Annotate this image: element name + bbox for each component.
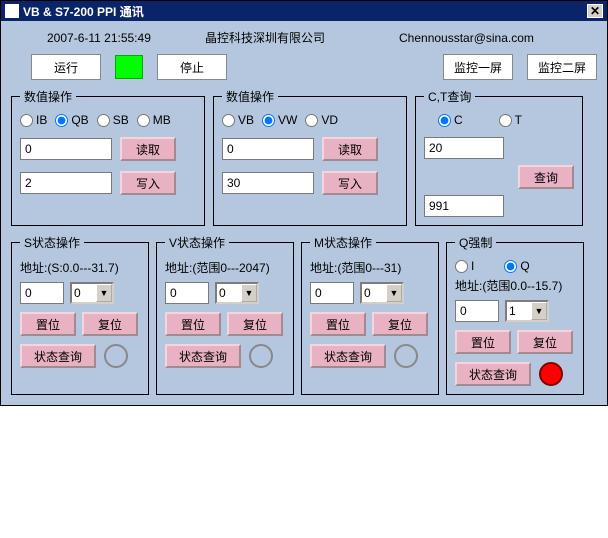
radio-q[interactable]: Q xyxy=(504,259,529,273)
radio-vb[interactable]: VB xyxy=(222,113,254,127)
s-addr-input[interactable] xyxy=(20,282,64,304)
s-count-combo[interactable]: 0▼ xyxy=(70,282,114,304)
write-button-1[interactable]: 写入 xyxy=(120,171,176,195)
close-button[interactable]: ✕ xyxy=(587,4,603,18)
chevron-down-icon: ▼ xyxy=(241,284,257,302)
ct-query-button[interactable]: 查询 xyxy=(518,165,574,189)
q-force: Q强制 I Q 地址:(范围0.0--15.7) 1▼ 置位 复位 状态查询 xyxy=(446,234,584,395)
group-legend: V状态操作 xyxy=(165,234,229,251)
radio-vd[interactable]: VD xyxy=(305,113,338,127)
radio-c[interactable]: C xyxy=(438,113,463,127)
v-query-button[interactable]: 状态查询 xyxy=(165,344,241,368)
chevron-down-icon: ▼ xyxy=(386,284,402,302)
radio-ib[interactable]: IB xyxy=(20,113,47,127)
m-addr-input[interactable] xyxy=(310,282,354,304)
monitor2-button[interactable]: 监控二屏 xyxy=(527,54,597,80)
q-addr-input[interactable] xyxy=(455,300,499,322)
radio-qb[interactable]: QB xyxy=(55,113,88,127)
m-addr-label: 地址:(范围0---31) xyxy=(310,259,430,276)
group-legend: Q强制 xyxy=(455,234,496,251)
chevron-down-icon: ▼ xyxy=(531,302,547,320)
v-addr-input[interactable] xyxy=(165,282,209,304)
radio-t[interactable]: T xyxy=(499,113,522,127)
s-query-button[interactable]: 状态查询 xyxy=(20,344,96,368)
ct-value-2[interactable] xyxy=(424,195,504,217)
timestamp: 2007-6-11 21:55:49 xyxy=(47,31,191,45)
monitor1-button[interactable]: 监控一屏 xyxy=(443,54,513,80)
stop-button[interactable]: 停止 xyxy=(157,54,227,80)
window-title: VB & S7-200 PPI 通讯 xyxy=(23,3,144,20)
m-set-button[interactable]: 置位 xyxy=(310,312,366,336)
s-status-indicator xyxy=(104,344,128,368)
v-status-ops: V状态操作 地址:(范围0---2047) 0▼ 置位 复位 状态查询 xyxy=(156,234,294,395)
radio-mb[interactable]: MB xyxy=(137,113,171,127)
s-set-button[interactable]: 置位 xyxy=(20,312,76,336)
group-legend: S状态操作 xyxy=(20,234,84,251)
q-count-combo[interactable]: 1▼ xyxy=(505,300,549,322)
s-status-ops: S状态操作 地址:(S:0.0---31.7) 0▼ 置位 复位 状态查询 xyxy=(11,234,149,395)
numeric-ops-2: 数值操作 VB VW VD 读取 写入 xyxy=(213,88,407,226)
v-reset-button[interactable]: 复位 xyxy=(227,312,283,336)
group-legend: 数值操作 xyxy=(20,88,76,105)
v-set-button[interactable]: 置位 xyxy=(165,312,221,336)
m-reset-button[interactable]: 复位 xyxy=(372,312,428,336)
company: 晶控科技深圳有限公司 xyxy=(205,29,385,46)
write-value-1[interactable] xyxy=(20,172,112,194)
radio-vw[interactable]: VW xyxy=(262,113,297,127)
titlebar: VB & S7-200 PPI 通讯 ✕ xyxy=(1,1,607,21)
run-button[interactable]: 运行 xyxy=(31,54,101,80)
group-legend: C,T查询 xyxy=(424,88,475,105)
read-button-1[interactable]: 读取 xyxy=(120,137,176,161)
group-legend: M状态操作 xyxy=(310,234,376,251)
q-status-indicator xyxy=(539,362,563,386)
m-status-ops: M状态操作 地址:(范围0---31) 0▼ 置位 复位 状态查询 xyxy=(301,234,439,395)
read-button-2[interactable]: 读取 xyxy=(322,137,378,161)
chevron-down-icon: ▼ xyxy=(96,284,112,302)
app-icon xyxy=(5,4,19,18)
ct-query: C,T查询 C T 查询 xyxy=(415,88,583,226)
v-status-indicator xyxy=(249,344,273,368)
read-value-2[interactable] xyxy=(222,138,314,160)
v-addr-label: 地址:(范围0---2047) xyxy=(165,259,285,276)
s-reset-button[interactable]: 复位 xyxy=(82,312,138,336)
numeric-ops-1: 数值操作 IB QB SB MB 读取 写入 xyxy=(11,88,205,226)
m-count-combo[interactable]: 0▼ xyxy=(360,282,404,304)
read-value-1[interactable] xyxy=(20,138,112,160)
q-reset-button[interactable]: 复位 xyxy=(517,330,573,354)
radio-i[interactable]: I xyxy=(455,259,474,273)
email: Chennousstar@sina.com xyxy=(399,31,534,45)
m-status-indicator xyxy=(394,344,418,368)
s-addr-label: 地址:(S:0.0---31.7) xyxy=(20,259,140,276)
write-value-2[interactable] xyxy=(222,172,314,194)
m-query-button[interactable]: 状态查询 xyxy=(310,344,386,368)
info-row: 2007-6-11 21:55:49 晶控科技深圳有限公司 Chennousst… xyxy=(11,27,597,54)
q-query-button[interactable]: 状态查询 xyxy=(455,362,531,386)
write-button-2[interactable]: 写入 xyxy=(322,171,378,195)
v-count-combo[interactable]: 0▼ xyxy=(215,282,259,304)
ct-value-1[interactable] xyxy=(424,137,504,159)
q-set-button[interactable]: 置位 xyxy=(455,330,511,354)
run-indicator xyxy=(115,55,143,79)
q-addr-label: 地址:(范围0.0--15.7) xyxy=(455,277,575,294)
group-legend: 数值操作 xyxy=(222,88,278,105)
radio-sb[interactable]: SB xyxy=(97,113,129,127)
